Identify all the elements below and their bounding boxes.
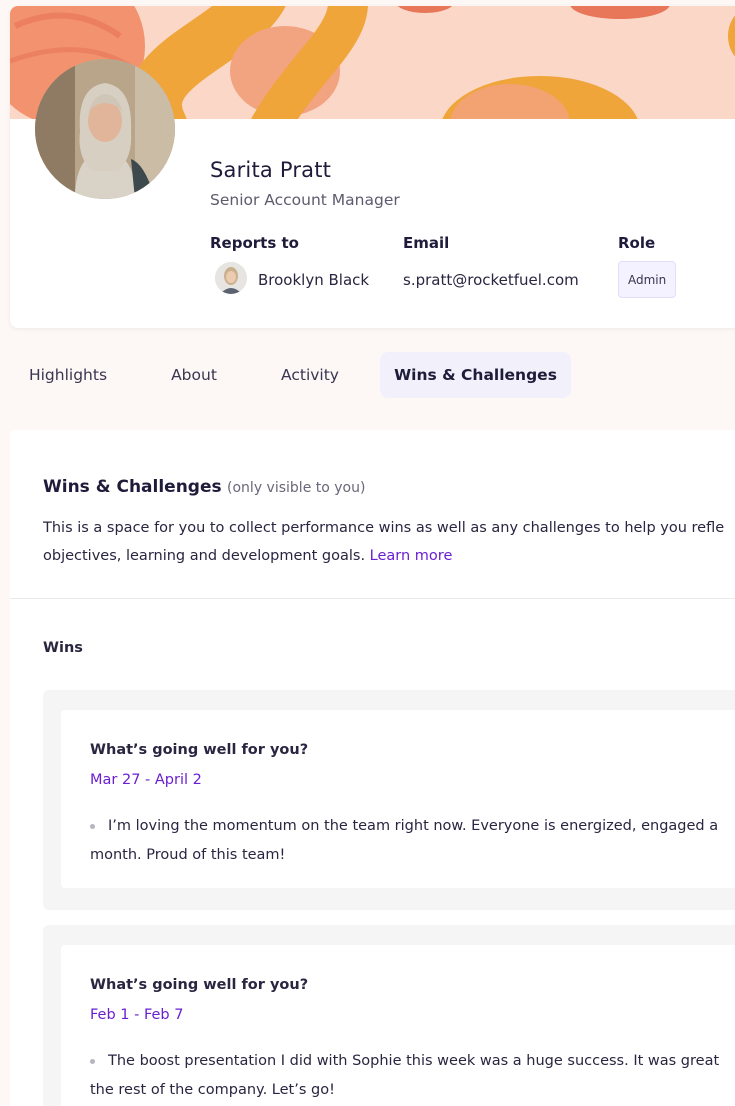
profile-card: Sarita Pratt Senior Account Manager Repo… <box>10 6 735 328</box>
win-text-line-1: I’m loving the momentum on the team righ… <box>108 818 719 834</box>
email-label: Email <box>403 234 450 252</box>
tab-wins-challenges[interactable]: Wins & Challenges <box>380 352 571 398</box>
win-date-range: Mar 27 - April 2 <box>90 772 202 788</box>
win-card: What’s going well for you? Mar 27 - Apri… <box>43 690 735 910</box>
section-title: Wins & Challenges (only visible to you) <box>43 477 365 497</box>
wins-challenges-panel: Wins & Challenges (only visible to you) … <box>10 430 735 1106</box>
description-line-1: This is a space for you to collect perfo… <box>43 520 725 536</box>
section-divider <box>10 598 735 599</box>
section-description: This is a space for you to collect perfo… <box>43 514 735 570</box>
tab-about[interactable]: About <box>150 352 238 398</box>
email-value[interactable]: s.pratt@rocketfuel.com <box>403 271 579 289</box>
reports-to-label: Reports to <box>210 234 299 252</box>
description-line-2: objectives, learning and development goa… <box>43 542 735 570</box>
visibility-note: (only visible to you) <box>227 480 366 496</box>
manager-avatar[interactable] <box>215 262 247 294</box>
win-card-body[interactable]: What’s going well for you? Mar 27 - Apri… <box>61 710 735 888</box>
profile-photo <box>35 59 175 199</box>
win-text-line-2: month. Proud of this team! <box>90 847 286 863</box>
profile-job-title: Senior Account Manager <box>210 191 400 209</box>
win-date-range: Feb 1 - Feb 7 <box>90 1007 184 1023</box>
profile-name: Sarita Pratt <box>210 158 332 182</box>
learn-more-link[interactable]: Learn more <box>370 548 453 564</box>
win-text: I’m loving the momentum on the team righ… <box>90 812 735 870</box>
bullet-dot-icon <box>90 1059 95 1064</box>
win-text-line-1: The boost presentation I did with Sophie… <box>108 1053 720 1069</box>
tab-highlights[interactable]: Highlights <box>14 352 122 398</box>
win-card: What’s going well for you? Feb 1 - Feb 7… <box>43 925 735 1106</box>
tab-activity[interactable]: Activity <box>255 352 365 398</box>
win-card-body[interactable]: What’s going well for you? Feb 1 - Feb 7… <box>61 945 735 1106</box>
win-text-line-2: the rest of the company. Let’s go! <box>90 1082 335 1098</box>
win-question: What’s going well for you? <box>90 977 309 993</box>
profile-page: Sarita Pratt Senior Account Manager Repo… <box>0 0 735 1106</box>
profile-tabs: Highlights About Activity Wins & Challen… <box>0 352 735 400</box>
description-line-2-text: objectives, learning and development goa… <box>43 548 370 564</box>
reports-to-name[interactable]: Brooklyn Black <box>258 271 369 289</box>
win-text: The boost presentation I did with Sophie… <box>90 1047 735 1105</box>
role-label: Role <box>618 234 656 252</box>
bullet-dot-icon <box>90 824 95 829</box>
win-question: What’s going well for you? <box>90 742 309 758</box>
role-badge: Admin <box>618 261 677 298</box>
section-title-text: Wins & Challenges <box>43 477 222 497</box>
wins-heading: Wins <box>43 640 83 656</box>
